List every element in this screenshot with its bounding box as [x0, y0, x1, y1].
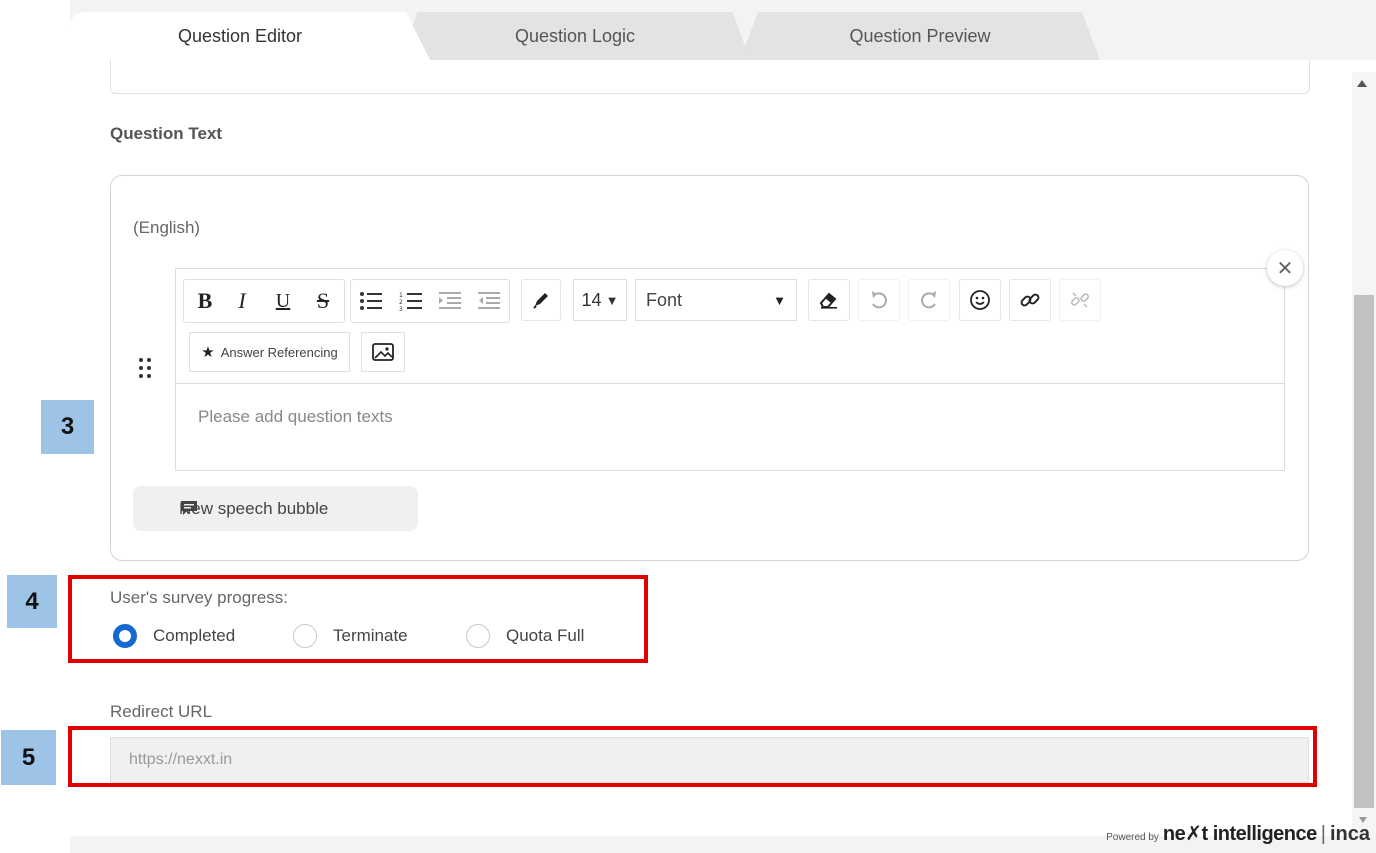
radio-label: Completed [153, 626, 236, 645]
question-text-label: Question Text [110, 124, 223, 143]
highlight-box-redirect [68, 726, 1317, 787]
font-size-value: 14 [581, 289, 602, 310]
drag-handle-icon[interactable] [137, 358, 155, 382]
radio-button[interactable] [466, 624, 490, 648]
strikethrough-icon[interactable]: S [310, 287, 336, 315]
emoji-button[interactable] [959, 279, 1001, 321]
tab-question-editor[interactable]: Question Editor [70, 12, 410, 60]
indent-icon[interactable] [436, 287, 464, 315]
tab-question-logic[interactable]: Question Logic [400, 12, 750, 60]
annotation-badge-3: 3 [41, 400, 94, 454]
new-speech-bubble-button[interactable]: New speech bubble [133, 486, 418, 531]
previous-field[interactable] [110, 60, 1310, 94]
radio-quota-full[interactable]: Quota Full [466, 624, 584, 648]
close-editor-button[interactable]: ✕ [1267, 250, 1303, 286]
annotation-badge-5: 5 [1, 730, 56, 785]
emoji-icon [970, 290, 990, 310]
language-label: (English) [133, 218, 201, 237]
scrollbar-thumb[interactable] [1354, 295, 1374, 808]
unlink-icon [1070, 292, 1090, 308]
insert-image-button[interactable] [361, 332, 405, 372]
svg-text:3: 3 [399, 306, 403, 311]
tab-question-preview[interactable]: Question Preview [740, 12, 1100, 60]
pen-icon [533, 293, 548, 309]
survey-progress-label: User's survey progress: [110, 588, 289, 607]
image-icon [372, 343, 394, 361]
undo-button[interactable] [858, 279, 900, 321]
bullet-list-icon[interactable] [357, 287, 385, 315]
footer-separator: | [1320, 823, 1326, 845]
svg-text:1: 1 [399, 292, 403, 299]
brand-logo: ne✗t intelligence [1162, 823, 1317, 845]
radio-button[interactable] [293, 624, 317, 648]
annotation-badge-4: 4 [7, 575, 57, 628]
question-text-input[interactable]: Please add question texts [198, 407, 393, 427]
svg-text:2: 2 [399, 299, 403, 306]
font-size-select[interactable]: 14 ▼ [573, 279, 627, 321]
link-icon [1020, 293, 1040, 307]
tab-label: Question Preview [849, 25, 991, 46]
font-family-value: Font [646, 289, 683, 310]
redo-icon [921, 291, 936, 309]
insert-link-button[interactable] [1009, 279, 1051, 321]
undo-icon [872, 291, 887, 309]
eraser-icon [819, 292, 837, 309]
answer-referencing-label: Answer Referencing [220, 344, 338, 360]
toolbar-divider [175, 383, 1285, 384]
radio-completed[interactable]: Completed [113, 624, 235, 648]
remove-link-button[interactable] [1059, 279, 1101, 321]
radio-label: Quota Full [506, 626, 585, 645]
speech-bubble-icon [181, 501, 197, 515]
radio-label: Terminate [333, 626, 408, 645]
speech-bubble-label: New speech bubble [179, 498, 329, 518]
star-icon: ★ [201, 344, 215, 361]
radio-button-checked[interactable] [113, 624, 137, 648]
dropdown-arrow-icon: ▼ [605, 292, 619, 308]
numbered-list-icon[interactable]: 123 [397, 287, 425, 315]
scroll-up-arrow-icon[interactable] [1357, 80, 1367, 87]
dropdown-arrow-icon: ▼ [773, 292, 786, 308]
redirect-url-label: Redirect URL [110, 702, 213, 721]
radio-terminate[interactable]: Terminate [293, 624, 408, 648]
underline-icon[interactable]: U [271, 287, 295, 315]
close-icon: ✕ [1276, 257, 1294, 280]
text-color-button[interactable] [521, 279, 561, 321]
tab-label: Question Editor [177, 25, 303, 46]
bold-icon[interactable]: B [193, 287, 217, 315]
powered-by: Powered by ne✗t intelligence | inca [1106, 821, 1370, 846]
answer-referencing-button[interactable]: ★ Answer Referencing [189, 332, 350, 372]
font-family-select[interactable]: Font ▼ [635, 279, 797, 321]
italic-icon[interactable]: I [231, 287, 253, 315]
clear-format-button[interactable] [808, 279, 850, 321]
product-logo: inca [1329, 823, 1370, 845]
redo-button[interactable] [908, 279, 950, 321]
outdent-icon[interactable] [475, 287, 503, 315]
tab-label: Question Logic [514, 25, 636, 46]
powered-by-text: Powered by [1106, 832, 1159, 843]
